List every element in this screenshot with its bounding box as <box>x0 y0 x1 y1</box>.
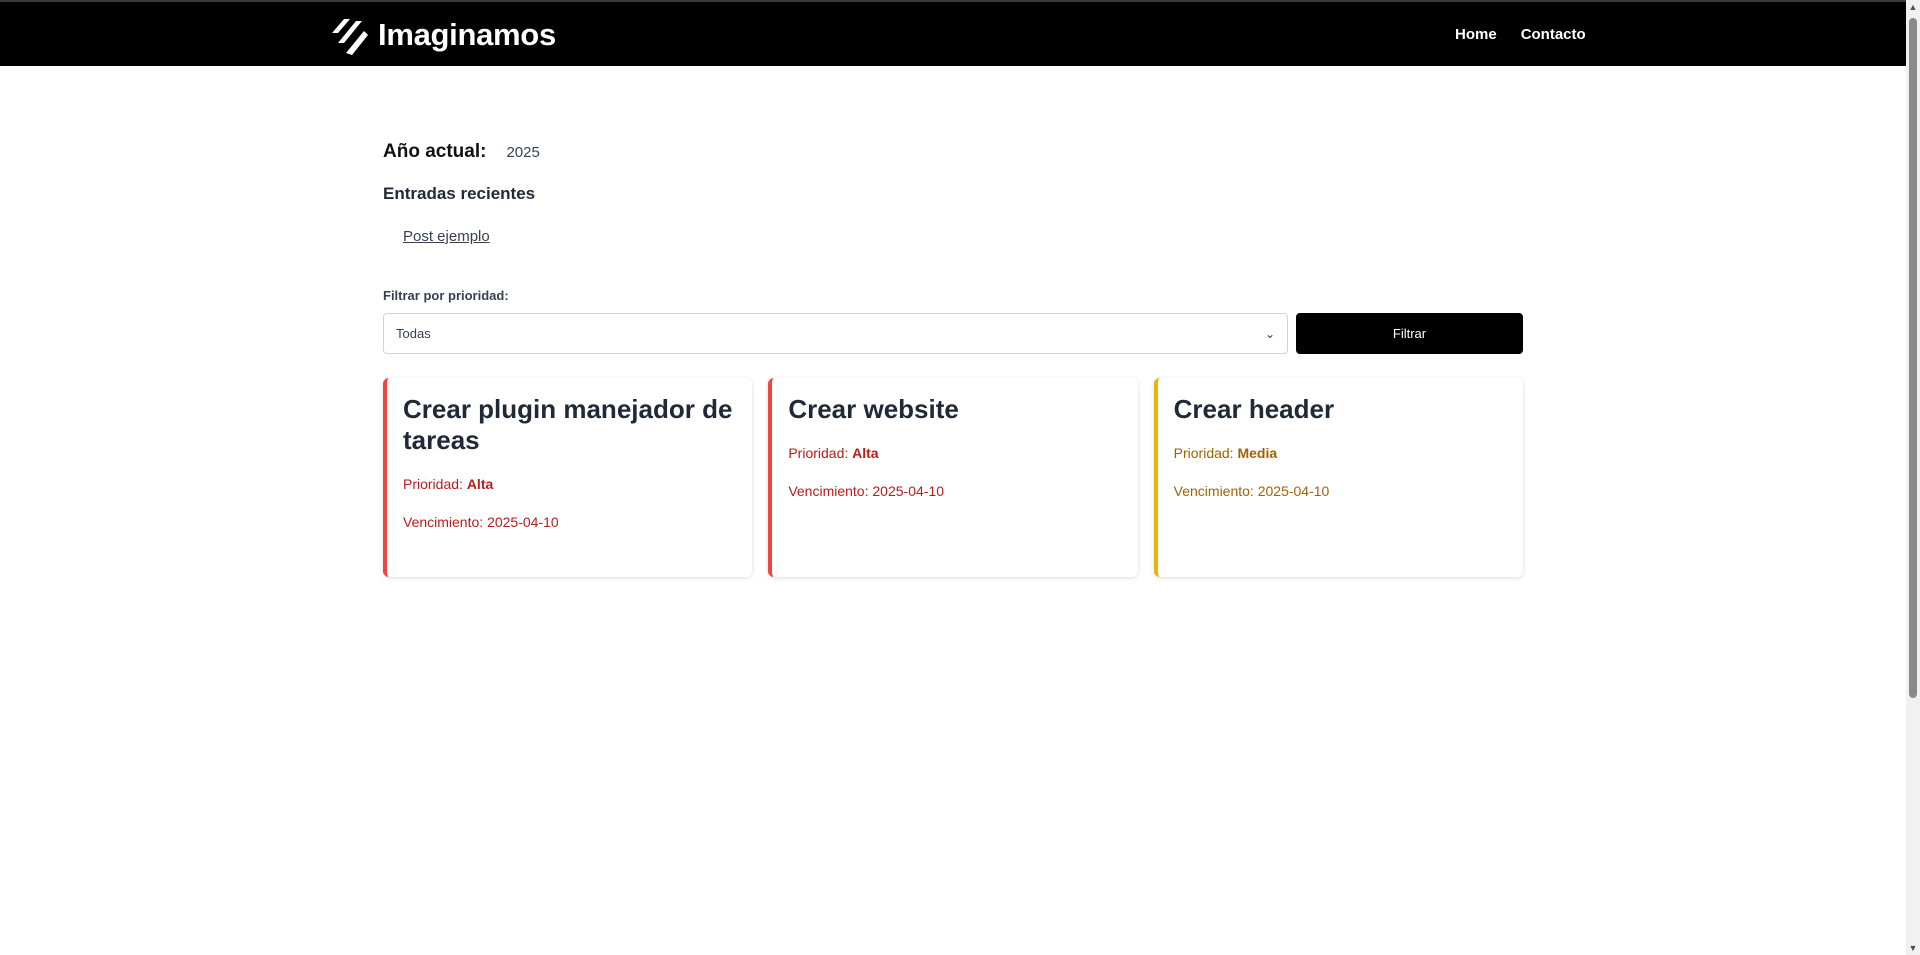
chevron-down-icon: ⌄ <box>1264 326 1275 341</box>
scrollbar-thumb[interactable] <box>1909 18 1917 698</box>
scroll-down-icon[interactable]: ▼ <box>1906 941 1920 955</box>
task-card: Crear website Prioridad: Alta Vencimient… <box>768 378 1138 577</box>
brand-name: Imaginamos <box>378 17 556 52</box>
nav-link-home[interactable]: Home <box>1455 26 1497 43</box>
task-priority: Prioridad: Alta <box>403 476 736 492</box>
recent-posts-list: Post ejemplo <box>403 228 490 246</box>
task-due: Vencimiento: 2025-04-10 <box>788 483 1121 499</box>
brand[interactable]: Imaginamos <box>328 12 556 58</box>
current-year-row: Año actual: 2025 <box>383 141 540 163</box>
task-card: Crear header Prioridad: Media Vencimient… <box>1153 378 1523 577</box>
recent-post-item: Post ejemplo <box>403 228 490 246</box>
task-due: Vencimiento: 2025-04-10 <box>1174 483 1507 499</box>
recent-post-link[interactable]: Post ejemplo <box>403 228 490 245</box>
priority-filter-select[interactable]: Todas ⌄ <box>383 313 1288 354</box>
task-due-value: 2025-04-10 <box>1257 483 1330 500</box>
nav-link-contacto[interactable]: Contacto <box>1521 26 1586 43</box>
task-due: Vencimiento: 2025-04-10 <box>403 514 736 530</box>
priority-filter-value: Todas <box>396 326 431 341</box>
task-due-value: 2025-04-10 <box>872 483 945 500</box>
priority-filter-label: Filtrar por prioridad: <box>383 288 509 303</box>
task-due-label: Vencimiento: <box>403 514 484 531</box>
task-priority-value: Alta <box>852 445 879 462</box>
task-card: Crear plugin manejador de tareas Priorid… <box>383 378 753 577</box>
recent-posts-title: Entradas recientes <box>383 184 536 203</box>
current-year-label: Año actual: <box>383 141 487 162</box>
task-due-label: Vencimiento: <box>1173 483 1254 500</box>
task-title: Crear plugin manejador de tareas <box>403 394 733 456</box>
page-scrollbar[interactable]: ▲ ▼ <box>1906 0 1920 955</box>
imaginamos-logo-icon <box>328 13 372 57</box>
task-priority-label: Prioridad: <box>788 445 849 462</box>
task-title: Crear header <box>1173 394 1335 424</box>
main-nav: Home Contacto <box>1455 26 1586 43</box>
top-navbar: Imaginamos Home Contacto <box>0 0 1906 66</box>
task-priority-value: Media <box>1237 445 1278 462</box>
task-priority-value: Alta <box>466 476 494 493</box>
task-cards: Crear plugin manejador de tareas Priorid… <box>383 378 1523 577</box>
task-due-label: Vencimiento: <box>788 483 869 500</box>
task-due-value: 2025-04-10 <box>487 514 559 531</box>
task-priority: Prioridad: Media <box>1174 445 1507 461</box>
task-title: Crear website <box>788 394 959 424</box>
task-priority-label: Prioridad: <box>403 476 463 493</box>
task-priority-label: Prioridad: <box>1173 445 1234 462</box>
filter-button[interactable]: Filtrar <box>1296 313 1523 354</box>
current-year-value: 2025 <box>506 144 540 161</box>
scroll-up-icon[interactable]: ▲ <box>1906 0 1920 14</box>
task-priority: Prioridad: Alta <box>788 445 1121 461</box>
